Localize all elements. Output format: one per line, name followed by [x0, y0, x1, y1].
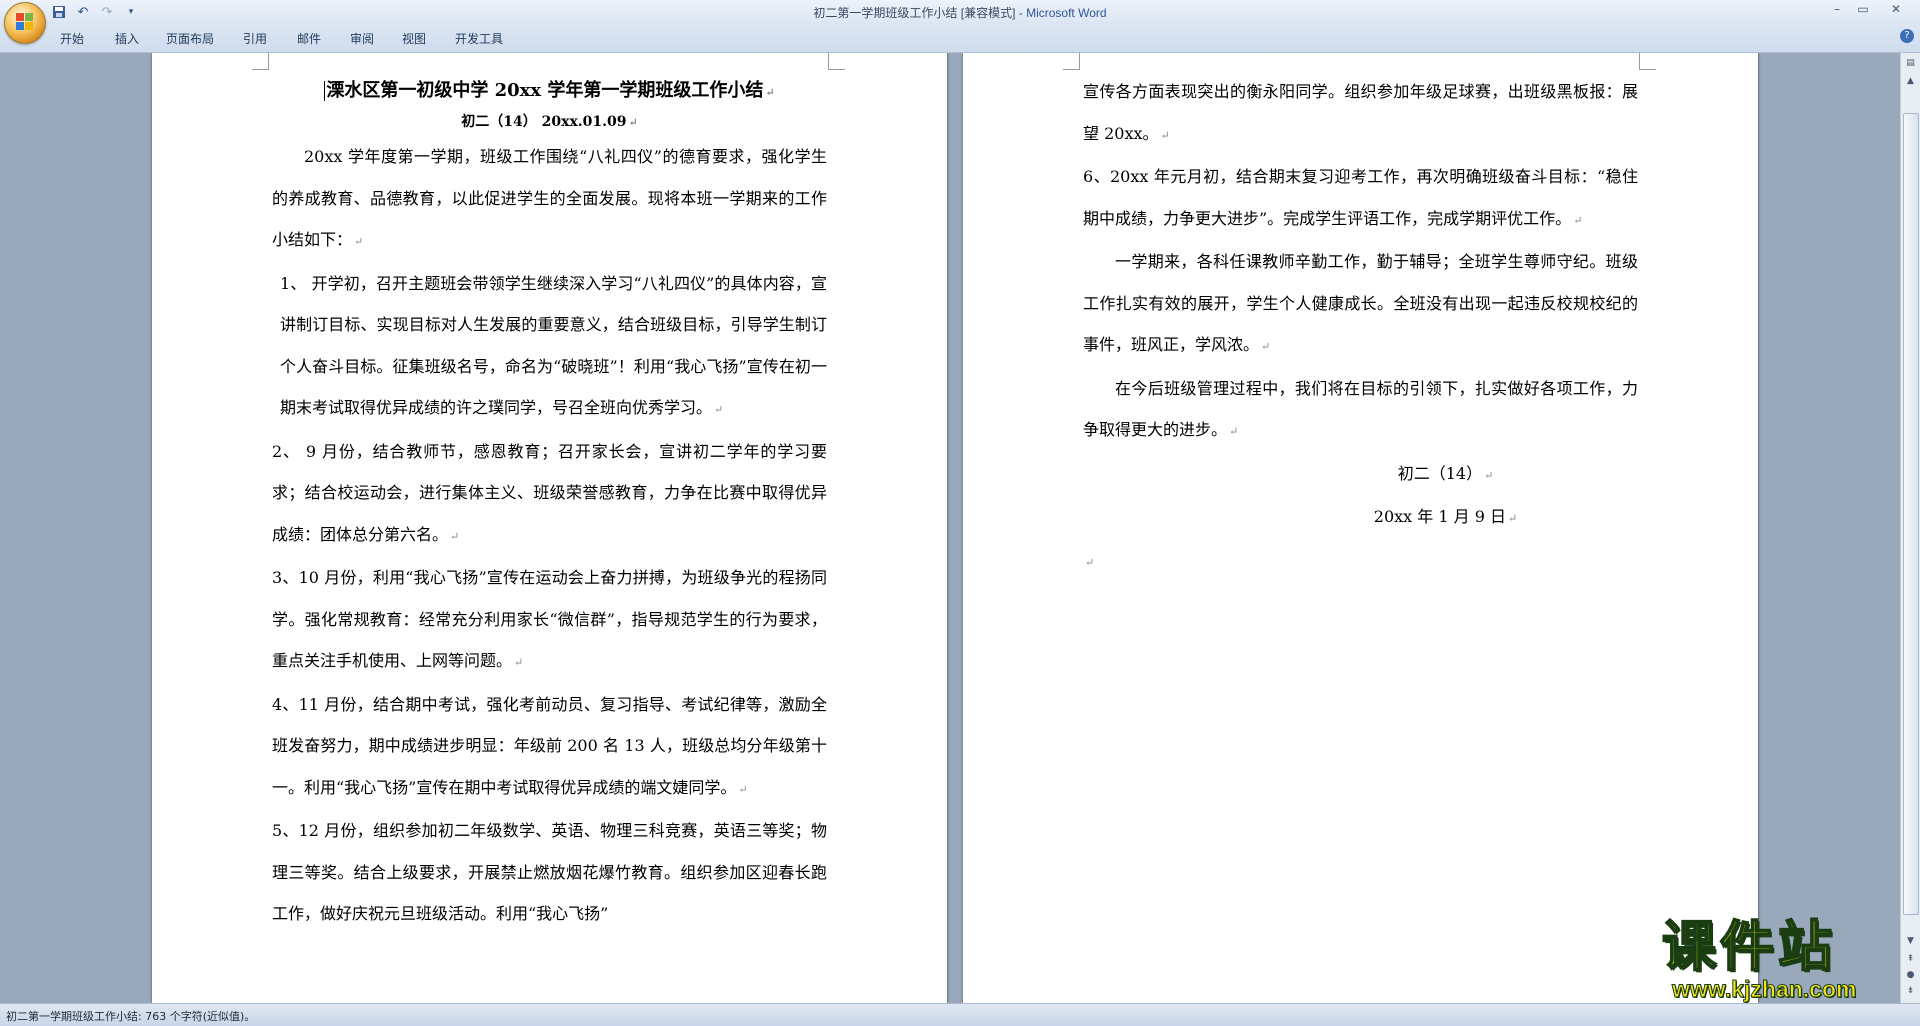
close-icon[interactable]: ✕ — [1876, 0, 1916, 18]
app-name: Microsoft Word — [1026, 6, 1107, 20]
signature-date[interactable]: 20xx 年 1 月 9 日 ↵ — [1083, 496, 1638, 540]
paragraph[interactable]: 宣传各方面表现突出的衡永阳同学。组织参加年级足球赛，出班级黑板报：展望 20xx… — [1083, 71, 1638, 156]
office-button[interactable] — [4, 2, 46, 44]
paragraph[interactable]: 在今后班级管理过程中，我们将在目标的引领下，扎实做好各项工作，力争取得更大的进步… — [1083, 368, 1638, 453]
window-title: 初二第一学期班级工作小结 [兼容模式] - Microsoft Word — [0, 4, 1920, 21]
ribbon-tabs: 开始 插入 页面布局 引用 邮件 审阅 视图 开发工具 ? — [0, 24, 1920, 53]
margin-corner-mark — [828, 53, 845, 70]
tab-home[interactable]: 开始 — [60, 30, 84, 47]
document-area[interactable]: 溧水区第一初级中学 20xx 学年第一学期班级工作小结 ↵ 初二（14） 20xx… — [0, 53, 1900, 1003]
paragraph[interactable]: 4、11 月份，结合期中考试，强化考前动员、复习指导、考试纪律等，激励全班发奋努… — [272, 684, 827, 811]
help-icon[interactable]: ? — [1900, 29, 1914, 43]
maximize-icon[interactable]: ▭ — [1850, 0, 1876, 18]
watermark-url: www.kjzhan.com — [1672, 976, 1857, 1003]
paragraph[interactable]: 6、20xx 年元月初，结合期末复习迎考工作，再次明确班级奋斗目标：“稳住期中成… — [1083, 156, 1638, 241]
paragraph[interactable]: 一学期来，各科任课教师辛勤工作，勤于辅导；全班学生尊师守纪。班级工作扎实有效的展… — [1083, 241, 1638, 368]
paragraph[interactable]: 2、 9 月份，结合教师节，感恩教育；召开家长会，宣讲初二学年的学习要求；结合校… — [272, 431, 827, 558]
paragraph[interactable]: 1、 开学初，召开主题班会带领学生继续深入学习“八礼四仪”的具体内容，宣讲制订目… — [272, 263, 827, 431]
minimize-icon[interactable]: – — [1824, 0, 1850, 18]
signature-class[interactable]: 初二（14） ↵ — [1083, 453, 1638, 497]
scrollbar-thumb[interactable] — [1903, 113, 1919, 915]
margin-corner-mark — [1639, 53, 1656, 70]
status-bar: 初二第一学期班级工作小结: 763 个字符(近似值)。 — [0, 1003, 1920, 1026]
tab-view[interactable]: 视图 — [402, 30, 426, 47]
page-2-content: 宣传各方面表现突出的衡永阳同学。组织参加年级足球赛，出班级黑板报：展望 20xx… — [1083, 71, 1638, 583]
tab-page-layout[interactable]: 页面布局 — [166, 30, 214, 47]
page-1-content: 溧水区第一初级中学 20xx 学年第一学期班级工作小结 ↵ 初二（14） 20xx… — [272, 75, 827, 935]
document-title-heading[interactable]: 溧水区第一初级中学 20xx 学年第一学期班级工作小结 ↵ — [272, 75, 827, 109]
tab-developer[interactable]: 开发工具 — [455, 30, 503, 47]
window-controls: – ▭ ✕ — [1824, 0, 1916, 18]
document-subtitle[interactable]: 初二（14） 20xx.01.09 ↵ — [272, 109, 827, 136]
office-logo-icon — [16, 13, 34, 31]
status-text: 初二第一学期班级工作小结: 763 个字符(近似值)。 — [6, 1010, 256, 1023]
vertical-scrollbar[interactable]: ▤ ▲ ▼ ⇞ ● ⇟ — [1900, 53, 1920, 1003]
title-bar: ↶ ↷ ▾ 初二第一学期班级工作小结 [兼容模式] - Microsoft Wo… — [0, 0, 1920, 44]
empty-paragraph[interactable]: ↵ — [1083, 540, 1638, 584]
paragraph[interactable]: 20xx 学年度第一学期，班级工作围绕“八礼四仪”的德育要求，强化学生的养成教育… — [272, 136, 827, 263]
paragraph[interactable]: 3、10 月份，利用“我心飞扬”宣传在运动会上奋力拼搏，为班级争光的程扬同学。强… — [272, 557, 827, 684]
ruler-toggle-icon[interactable]: ▤ — [1902, 55, 1919, 71]
tab-insert[interactable]: 插入 — [115, 30, 139, 47]
paragraph[interactable]: 5、12 月份，组织参加初二年级数学、英语、物理三科竞赛，英语三等奖；物理三等奖… — [272, 810, 827, 935]
margin-corner-mark — [1063, 53, 1080, 70]
scroll-up-icon[interactable]: ▲ — [1902, 73, 1919, 89]
document-page-2[interactable]: 宣传各方面表现突出的衡永阳同学。组织参加年级足球赛，出班级黑板报：展望 20xx… — [963, 53, 1758, 1003]
tab-mailings[interactable]: 邮件 — [297, 30, 321, 47]
margin-corner-mark — [252, 53, 269, 70]
document-page-1[interactable]: 溧水区第一初级中学 20xx 学年第一学期班级工作小结 ↵ 初二（14） 20xx… — [152, 53, 947, 1003]
watermark-logo: 课件站 www.kjzhan.com — [1661, 915, 1912, 1006]
tab-references[interactable]: 引用 — [243, 30, 267, 47]
watermark-main-text: 课件站 — [1661, 915, 1836, 978]
document-title: 初二第一学期班级工作小结 [兼容模式] - — [813, 6, 1027, 20]
tab-review[interactable]: 审阅 — [350, 30, 374, 47]
